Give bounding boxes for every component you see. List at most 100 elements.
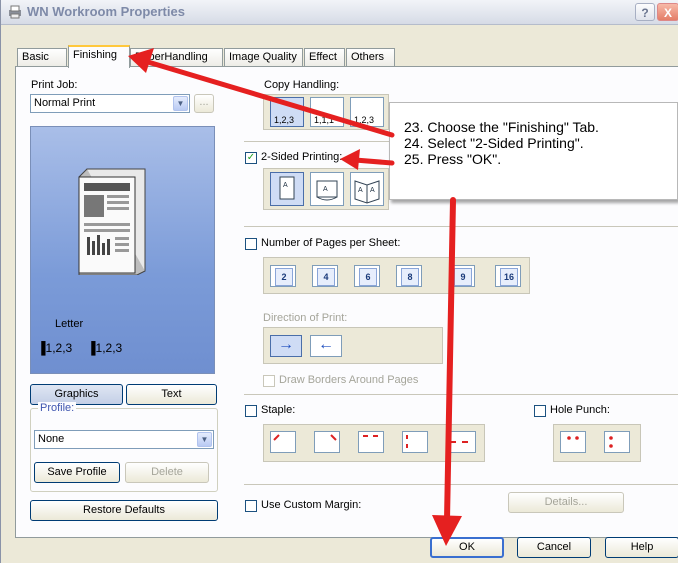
- copy-indicator-b-text: 1,2,3: [95, 341, 123, 355]
- draw-borders-checkbox[interactable]: [263, 375, 275, 387]
- offset-option-text: 1,2,3: [354, 115, 375, 125]
- arrow-right-icon: →: [278, 336, 294, 353]
- copy-indicator-a-text: 1,2,3: [45, 341, 73, 355]
- text-button[interactable]: Text: [126, 384, 217, 405]
- close-title-button[interactable]: X: [657, 3, 678, 21]
- staple-dual-center-icon: [450, 441, 468, 443]
- details-button[interactable]: Details...: [508, 492, 624, 513]
- flip-long-edge-option[interactable]: AA: [350, 172, 384, 206]
- punch-top-option[interactable]: [560, 431, 586, 453]
- copy-handling-options: 1,2,3 1,1,1 1,2,3: [263, 94, 389, 130]
- pages-2-text: 2: [275, 268, 293, 286]
- tab-paper-handling[interactable]: PaperHandling: [130, 48, 223, 67]
- arrow-left-icon: ←: [318, 336, 334, 353]
- one-sided-option[interactable]: A: [270, 172, 304, 206]
- staple-dual-center-option[interactable]: [446, 431, 476, 453]
- right-to-left-option[interactable]: ←: [310, 335, 342, 357]
- instruction-step: 24. Select "2-Sided Printing".: [404, 135, 599, 151]
- punch-top-icon: [567, 436, 579, 440]
- tab-finishing[interactable]: Finishing: [68, 45, 130, 68]
- staple-options: [263, 424, 485, 462]
- staple-dual-top-option[interactable]: [358, 431, 384, 453]
- draw-borders-label: Draw Borders Around Pages: [279, 374, 419, 386]
- copy-indicator-a: ▐1,2,3: [37, 341, 73, 355]
- svg-text:A: A: [370, 187, 375, 194]
- pages-2-option[interactable]: 2: [270, 265, 296, 287]
- pages-per-sheet-options: 2 4 6 8 9 16: [263, 257, 530, 294]
- window-title: WN Workroom Properties: [27, 4, 185, 19]
- step-number: 25.: [404, 151, 424, 167]
- pages-16-option[interactable]: 16: [495, 265, 521, 287]
- step-text: Select "2-Sided Printing".: [427, 135, 584, 151]
- instruction-callout: 23. Choose the "Finishing" Tab. 24. Sele…: [389, 102, 678, 200]
- pages-4-option[interactable]: 4: [312, 265, 338, 287]
- divider: [244, 484, 678, 485]
- instruction-list: 23. Choose the "Finishing" Tab. 24. Sele…: [404, 119, 599, 167]
- flip-page-icon: A: [316, 180, 338, 201]
- chevron-down-icon: ▼: [173, 96, 188, 111]
- delete-profile-button[interactable]: Delete: [125, 462, 209, 483]
- properties-dialog: WN Workroom Properties ? X Basic Finishi…: [0, 0, 678, 563]
- punch-side-icon: [609, 436, 613, 448]
- staple-dual-top-icon: [363, 435, 378, 437]
- flip-short-edge-option[interactable]: A: [310, 172, 344, 206]
- left-to-right-option[interactable]: →: [270, 335, 302, 357]
- step-number: 23.: [404, 119, 424, 135]
- pages-4-text: 4: [317, 268, 335, 286]
- print-job-value: Normal Print: [34, 97, 96, 109]
- divider: [244, 394, 678, 395]
- staple-checkbox[interactable]: [245, 405, 257, 417]
- staple-top-right-option[interactable]: [314, 431, 340, 453]
- pages-per-sheet-checkbox[interactable]: [245, 238, 257, 250]
- print-job-label: Print Job:: [31, 79, 78, 91]
- profile-label: Profile:: [38, 402, 77, 414]
- book-page-icon: AA: [354, 180, 380, 204]
- tab-effect[interactable]: Effect: [304, 48, 345, 67]
- page-icon: A: [279, 176, 295, 200]
- pages-8-text: 8: [401, 268, 419, 286]
- collate-option[interactable]: 1,2,3: [270, 97, 304, 127]
- profile-select[interactable]: None ▼: [34, 430, 214, 449]
- title-bar: WN Workroom Properties ? X: [1, 0, 678, 25]
- collate-option-text: 1,2,3: [274, 115, 295, 125]
- svg-text:A: A: [283, 182, 288, 189]
- print-job-select[interactable]: Normal Print ▼: [30, 94, 190, 113]
- pages-6-option[interactable]: 6: [354, 265, 380, 287]
- copy-indicator-b: ▐1,2,3: [87, 341, 123, 355]
- tab-image-quality[interactable]: Image Quality: [224, 48, 303, 67]
- uncollate-option[interactable]: 1,1,1: [310, 97, 344, 127]
- pages-9-option[interactable]: 9: [449, 265, 475, 287]
- staple-dual-left-option[interactable]: [402, 431, 428, 453]
- chevron-down-icon: ▼: [197, 432, 212, 447]
- two-sided-options: A A AA: [263, 168, 389, 210]
- custom-margin-checkbox[interactable]: [245, 500, 257, 512]
- punch-side-option[interactable]: [604, 431, 630, 453]
- direction-label: Direction of Print:: [263, 312, 348, 324]
- ok-button[interactable]: OK: [430, 537, 504, 558]
- two-sided-checkbox[interactable]: ✓: [245, 152, 257, 164]
- restore-defaults-button[interactable]: Restore Defaults: [30, 500, 218, 521]
- print-job-more-button[interactable]: ...: [194, 94, 214, 113]
- printer-icon: [9, 5, 21, 19]
- tab-basic[interactable]: Basic: [17, 48, 67, 67]
- pages-16-text: 16: [500, 268, 518, 286]
- pages-8-option[interactable]: 8: [396, 265, 422, 287]
- help-button[interactable]: Help: [605, 537, 678, 558]
- staple-top-left-option[interactable]: [270, 431, 296, 453]
- help-title-button[interactable]: ?: [635, 3, 655, 21]
- cancel-button[interactable]: Cancel: [517, 537, 591, 558]
- svg-text:A: A: [358, 187, 363, 194]
- staple-label: Staple:: [261, 404, 296, 416]
- custom-margin-label: Use Custom Margin:: [261, 499, 362, 511]
- paper-size-label: Letter: [55, 318, 84, 330]
- document-preview-icon: [78, 168, 146, 275]
- page-preview: Letter ▐1,2,3 ▐1,2,3: [30, 126, 215, 374]
- pages-per-sheet-label: Number of Pages per Sheet:: [261, 237, 401, 249]
- divider: [244, 226, 678, 227]
- tab-others[interactable]: Others: [346, 48, 395, 67]
- offset-option[interactable]: 1,2,3: [350, 97, 384, 127]
- staple-top-right-icon: [330, 434, 337, 441]
- staple-top-left-icon: [273, 434, 280, 441]
- hole-punch-checkbox[interactable]: [534, 405, 546, 417]
- save-profile-button[interactable]: Save Profile: [34, 462, 120, 483]
